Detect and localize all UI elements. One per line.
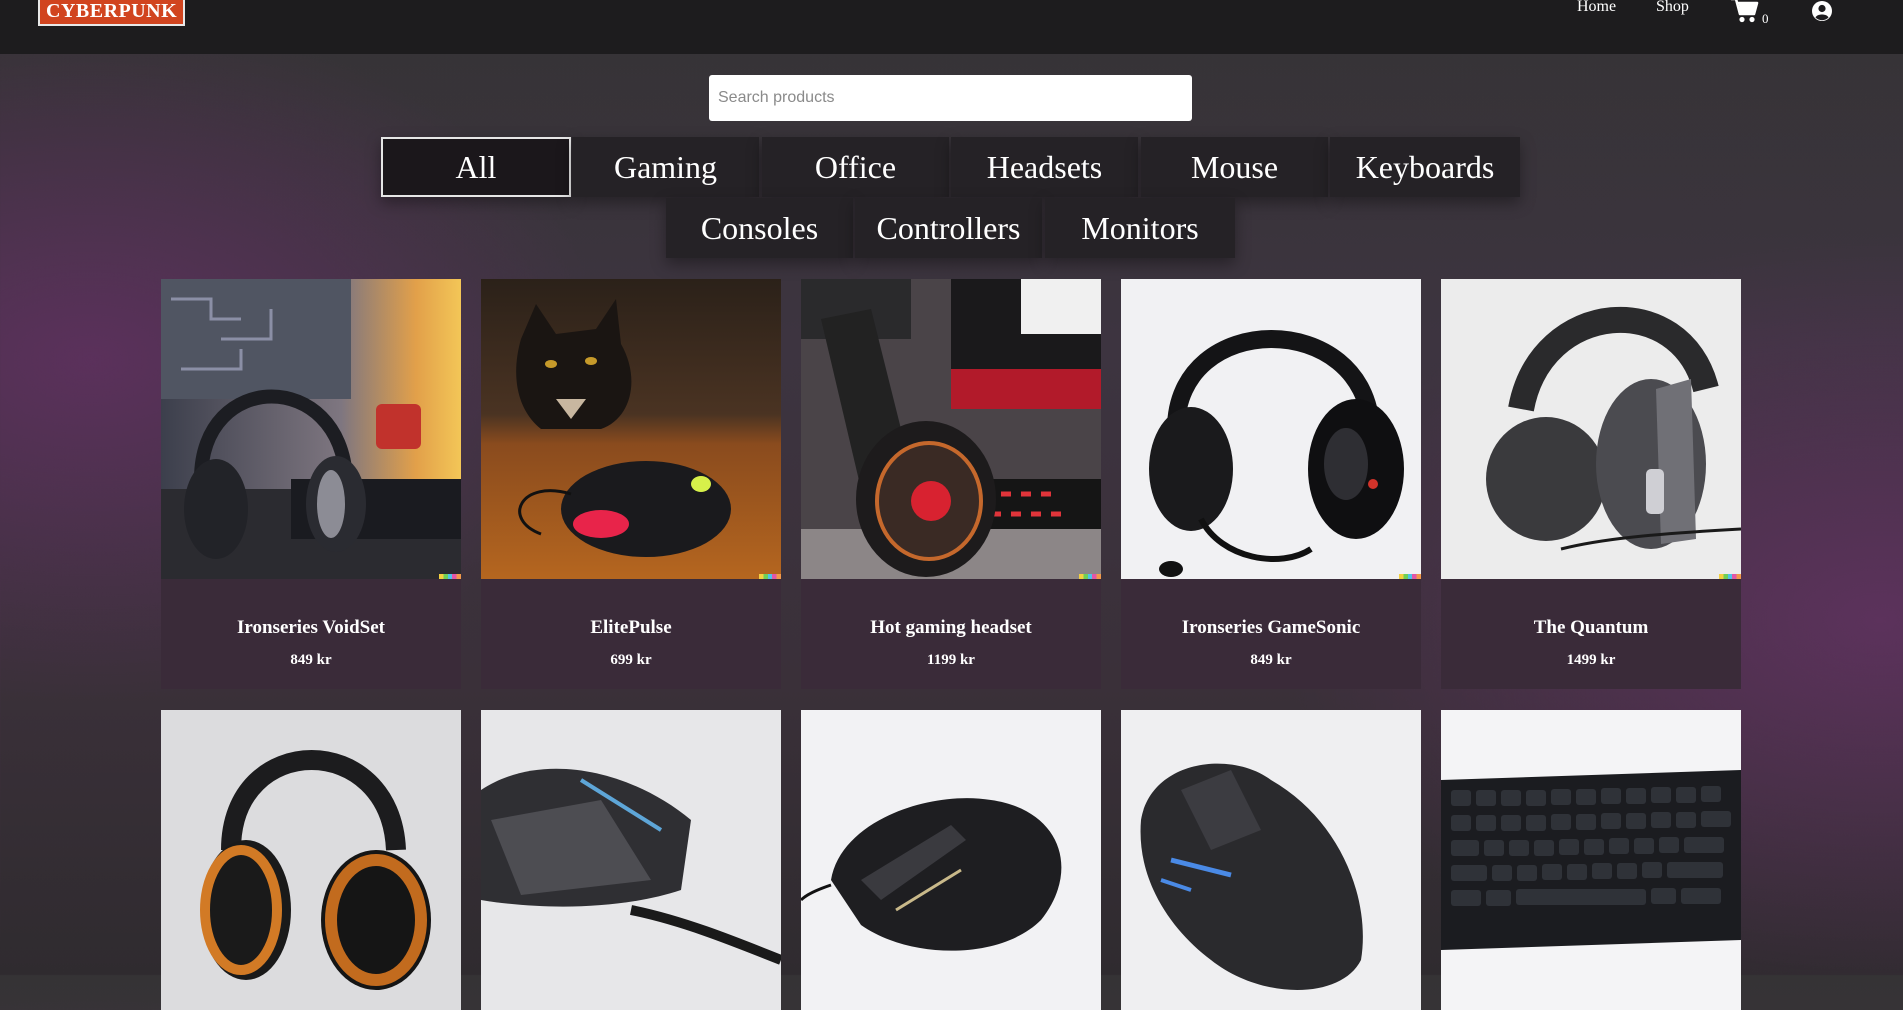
black-mouse-image xyxy=(801,710,1101,1010)
category-gaming-button[interactable]: Gaming xyxy=(572,137,759,197)
category-label: Keyboards xyxy=(1355,148,1495,185)
image-watermark xyxy=(1719,574,1741,579)
product-card[interactable] xyxy=(161,710,461,1010)
category-label: Monitors xyxy=(1081,209,1199,246)
category-headsets-button[interactable]: Headsets xyxy=(951,137,1138,197)
red-headset-image xyxy=(801,279,1101,579)
product-price: 849 kr xyxy=(1250,652,1292,668)
image-watermark xyxy=(759,574,781,579)
orange-headphones-image xyxy=(161,710,461,1010)
product-price: 1499 kr xyxy=(1566,652,1616,668)
product-card[interactable] xyxy=(1441,710,1741,1010)
product-info: Ironseries GameSonic 849 kr xyxy=(1121,579,1421,689)
grey-headset-image xyxy=(1441,279,1741,579)
category-label: Gaming xyxy=(613,148,718,185)
product-name: Ironseries VoidSet xyxy=(237,617,385,638)
category-label: Consoles xyxy=(700,209,819,246)
product-price: 849 kr xyxy=(290,652,332,668)
user-account-button[interactable] xyxy=(1811,0,1833,22)
nav-home-link[interactable]: Home xyxy=(1577,0,1616,16)
grey-mouse-image xyxy=(481,710,781,1010)
product-card[interactable] xyxy=(481,710,781,1010)
search-input[interactable] xyxy=(709,75,1192,121)
product-card[interactable]: ElitePulse 699 kr xyxy=(481,279,781,689)
category-keyboards-button[interactable]: Keyboards xyxy=(1330,137,1520,197)
product-card[interactable] xyxy=(801,710,1101,1010)
top-navbar: CYBERPUNK Home Shop 0 xyxy=(0,0,1903,54)
product-card[interactable]: Ironseries GameSonic 849 kr xyxy=(1121,279,1421,689)
cart-button[interactable]: 0 xyxy=(1730,0,1770,28)
product-info: The Quantum 1499 kr xyxy=(1441,579,1741,689)
product-name: ElitePulse xyxy=(590,617,672,638)
user-circle-icon xyxy=(1811,0,1833,22)
black-headset-white-image xyxy=(1121,279,1421,579)
nav-shop-link[interactable]: Shop xyxy=(1656,0,1689,16)
cat-with-mouse-image xyxy=(481,279,781,579)
category-label: All xyxy=(455,148,497,185)
category-label: Office xyxy=(814,148,897,185)
cart-count-badge: 0 xyxy=(1762,11,1769,26)
category-monitors-button[interactable]: Monitors xyxy=(1045,198,1235,258)
blue-lit-mouse-image xyxy=(1121,710,1421,1010)
product-info: Ironseries VoidSet 849 kr xyxy=(161,579,461,689)
product-name: Hot gaming headset xyxy=(870,617,1032,638)
category-office-button[interactable]: Office xyxy=(762,137,949,197)
image-watermark xyxy=(1079,574,1101,579)
category-consoles-button[interactable]: Consoles xyxy=(666,198,853,258)
category-label: Mouse xyxy=(1190,148,1279,185)
product-price: 1199 kr xyxy=(927,652,975,668)
logo-text: CYBERPUNK xyxy=(46,0,178,22)
product-name: The Quantum xyxy=(1533,617,1649,638)
image-watermark xyxy=(1399,574,1421,579)
product-card[interactable] xyxy=(1121,710,1421,1010)
product-name: Ironseries GameSonic xyxy=(1181,617,1361,638)
category-label: Headsets xyxy=(986,148,1103,185)
product-card[interactable]: Hot gaming headset 1199 kr xyxy=(801,279,1101,689)
product-card[interactable]: Ironseries VoidSet 849 kr xyxy=(161,279,461,689)
product-info: Hot gaming headset 1199 kr xyxy=(801,579,1101,689)
image-watermark xyxy=(439,574,461,579)
headset-on-desk-image xyxy=(161,279,461,579)
product-price: 699 kr xyxy=(610,652,652,668)
category-all-button[interactable]: All xyxy=(381,137,571,197)
keyboard-image xyxy=(1441,710,1741,1010)
category-mouse-button[interactable]: Mouse xyxy=(1141,137,1328,197)
category-label: Controllers xyxy=(876,209,1021,246)
product-info: ElitePulse 699 kr xyxy=(481,579,781,689)
category-controllers-button[interactable]: Controllers xyxy=(855,198,1042,258)
brand-logo[interactable]: CYBERPUNK xyxy=(38,0,186,26)
product-card[interactable]: The Quantum 1499 kr xyxy=(1441,279,1741,689)
